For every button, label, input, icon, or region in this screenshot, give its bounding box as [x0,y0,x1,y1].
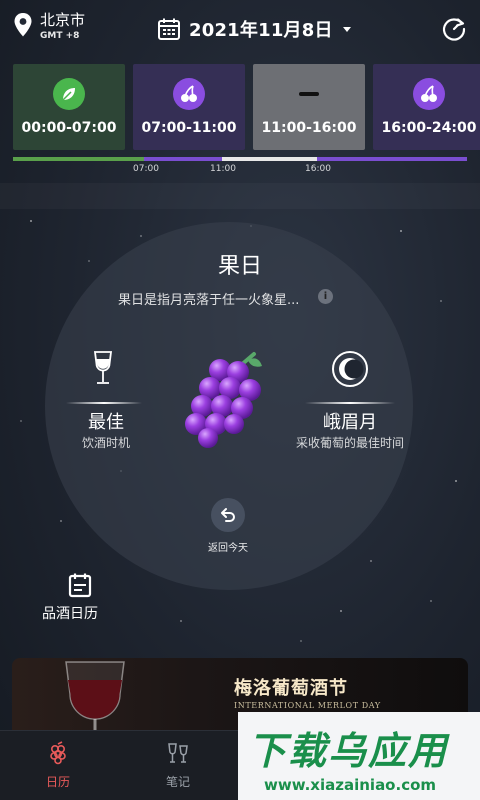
calendar-grape-icon [50,741,66,765]
location-selector[interactable]: 北京市 GMT +8 [12,12,85,41]
return-today-button[interactable] [211,498,245,532]
watermark-brand: 下载乌应用 [248,729,449,773]
cherry-icon [173,78,205,110]
watermark-url: www.xiazainiao.com [264,776,437,794]
best-subtitle: 饮酒时机 [81,436,130,450]
cherry-icon [413,78,445,110]
timezone-label: GMT +8 [40,31,80,41]
current-date: 2021年11月8日 [189,20,333,41]
dash-icon [299,92,319,96]
moon-phase-title: 峨眉月 [323,412,377,433]
chevron-down-icon [342,26,351,32]
banner-subtitle: INTERNATIONAL MERLOT DAY [234,701,381,710]
return-today-label[interactable]: 返回今天 [0,539,456,554]
date-picker[interactable]: 2021年11月8日 [157,16,351,42]
time-slot-root[interactable]: 00:00-07:00 [13,64,125,150]
day-type-title: 果日 [217,254,262,279]
tab-label: 日历 [45,775,70,789]
wine-calendar-label: 品酒日历 [42,606,98,622]
day-timeline-bar [13,157,467,161]
timeline-tick: 11:00 [210,164,236,174]
best-title: 最佳 [88,412,124,433]
timeline-segment-fruit [317,157,467,161]
time-slot-label: 00:00-07:00 [21,120,117,136]
time-slot-none[interactable]: 11:00-16:00 [253,64,365,150]
tab-label: 笔记 [165,775,190,789]
best-underline [66,402,142,404]
timeline-segment-root [13,157,144,161]
info-icon[interactable]: i [318,289,333,304]
undo-arrow-icon [221,508,235,522]
day-type-description: 果日是指月亮落于任一火象星... [118,293,300,308]
moon-underline [305,402,395,404]
time-slot-fruit[interactable]: 16:00-24:00 [373,64,480,150]
section-divider [0,183,480,209]
tab-notes[interactable]: 笔记 [128,731,228,800]
time-slot-fruit[interactable]: 07:00-11:00 [133,64,245,150]
calendar-list-icon [68,573,92,598]
tab-calendar[interactable]: 日历 [8,731,108,800]
wine-glasses-icon [168,743,188,763]
refresh-icon[interactable] [441,16,467,42]
grape-cluster-icon [185,352,262,448]
crescent-moon-icon [332,351,368,387]
banner-title: 梅洛葡萄酒节 [234,678,348,699]
time-slot-carousel[interactable]: 00:00-07:00 07:00-11:00 11:00-16:00 16:0… [13,64,480,152]
city-name: 北京市 [40,11,86,29]
timeline-tick: 16:00 [305,164,331,174]
time-slot-label: 07:00-11:00 [141,120,237,136]
site-watermark: 下载乌应用 www.xiazainiao.com [238,712,480,800]
top-bar: 北京市 GMT +8 2021年11月8日 [0,0,480,56]
moon-phase-subtitle: 采收葡萄的最佳时间 [295,436,404,450]
timeline-tick: 07:00 [133,164,159,174]
leaf-icon [53,78,85,110]
time-slot-label: 16:00-24:00 [381,120,477,136]
time-slot-label: 11:00-16:00 [261,120,357,136]
calendar-icon [158,18,180,40]
timeline-ticks: 07:00 11:00 16:00 [0,164,480,176]
wine-glass-icon [93,351,113,384]
location-pin-icon [14,13,32,37]
timeline-segment-none [222,157,317,161]
timeline-segment-fruit [144,157,222,161]
